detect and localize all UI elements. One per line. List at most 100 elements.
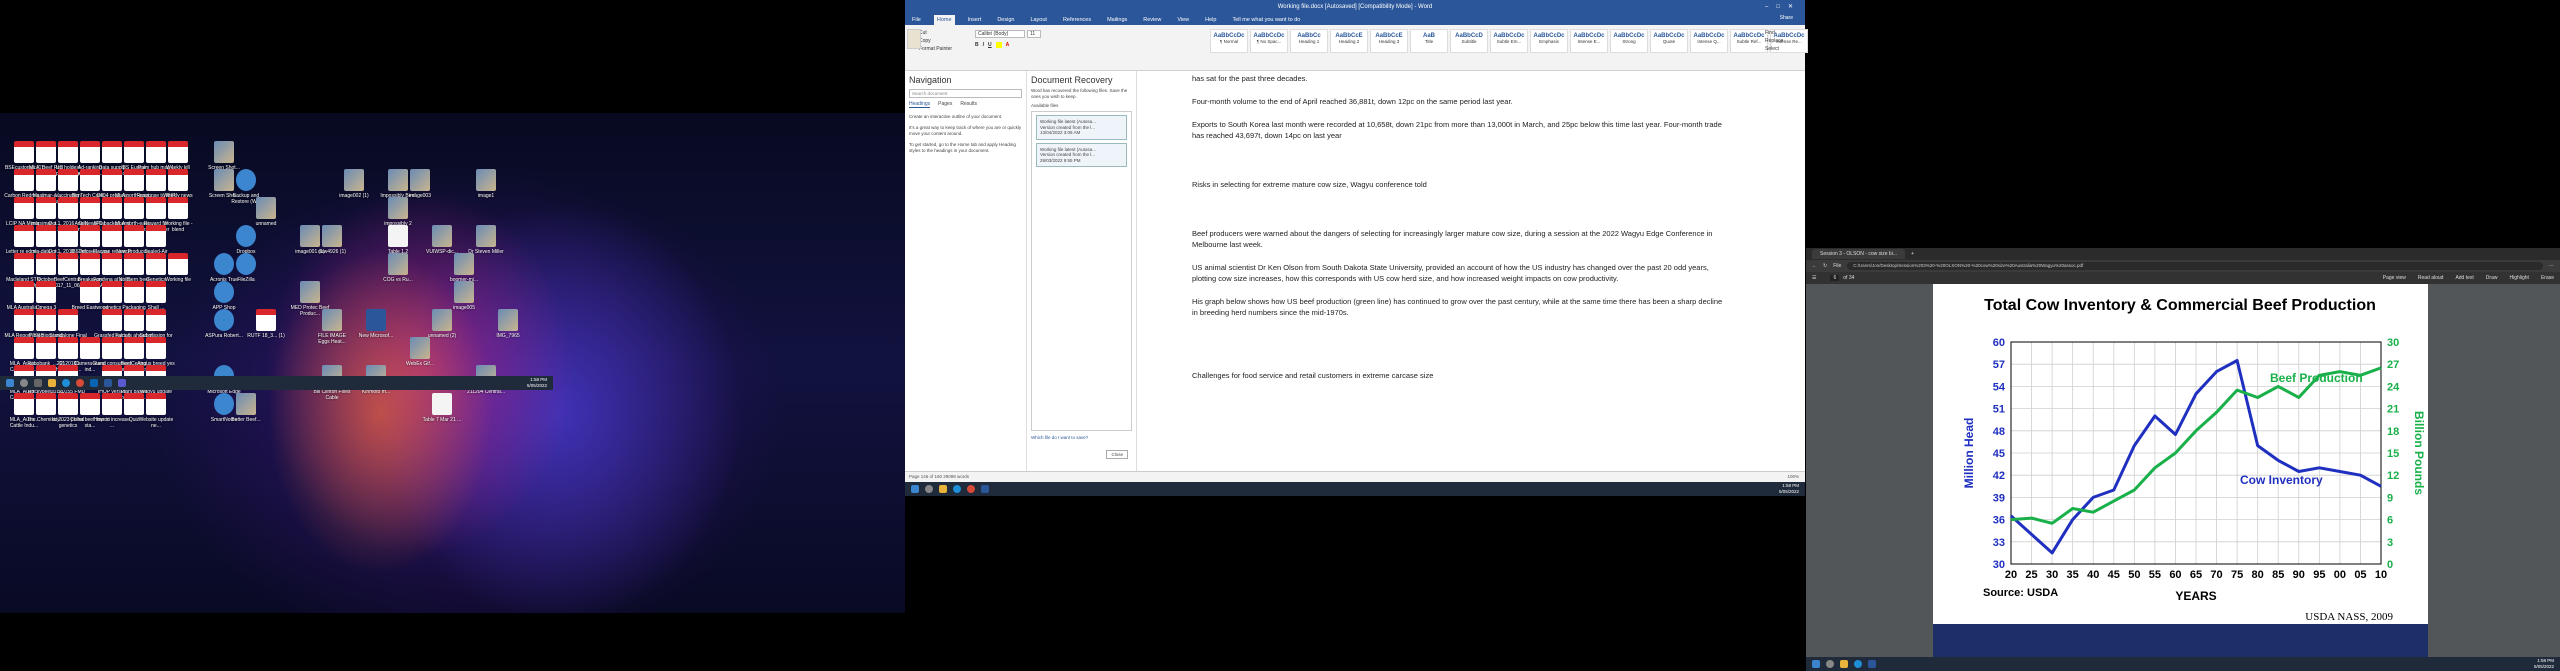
cut-button[interactable]: Cut [919, 29, 952, 37]
desktop-icon[interactable]: Better Beef... [226, 393, 266, 429]
recovered-file[interactable]: Working file latest (Autosa... Version cr… [1036, 142, 1127, 167]
font-name-select[interactable]: Calibri (Body) [975, 30, 1025, 38]
style-gallery-item[interactable]: AaBbCcDc Subtle Em... [1490, 29, 1528, 53]
desktop-icon[interactable]: IMG_7965 [488, 309, 528, 345]
teams-icon[interactable] [118, 379, 126, 387]
search-icon[interactable] [1826, 660, 1834, 668]
style-gallery-item[interactable]: AaBbCcDc Strong [1610, 29, 1648, 53]
desktop-icon[interactable]: New Microsof... [356, 309, 396, 345]
ribbon-tab[interactable]: View [1174, 15, 1192, 25]
ribbon-tab[interactable]: File [909, 15, 924, 25]
zoom-level[interactable]: 100% [1787, 474, 1799, 479]
style-gallery-item[interactable]: AaBbCcDc ¶ Normal [1210, 29, 1248, 53]
task-view-icon[interactable] [34, 379, 42, 387]
start-icon[interactable] [6, 379, 14, 387]
ribbon-tab[interactable]: Mailings [1104, 15, 1130, 25]
chrome-icon[interactable] [967, 485, 975, 493]
page-number-input[interactable]: 6 [1830, 275, 1840, 281]
style-gallery-item[interactable]: AaBbCcE Heading 2 [1330, 29, 1368, 53]
style-gallery-item[interactable]: AaBbCcE Heading 3 [1370, 29, 1408, 53]
word-icon[interactable] [981, 485, 989, 493]
start-icon[interactable] [911, 485, 919, 493]
ribbon-tab[interactable]: Home [933, 15, 955, 25]
style-gallery-item[interactable]: AaB Title [1410, 29, 1448, 53]
settings-menu-icon[interactable]: ⋯ [2549, 263, 2554, 269]
desktop-icon[interactable]: image002 (1) [334, 169, 374, 205]
desktop-icon[interactable]: COG vs Ru... [378, 253, 418, 289]
pdf-tool-button[interactable]: Highlight [2509, 275, 2528, 281]
style-gallery-item[interactable]: AaBbCcDc Quote [1650, 29, 1688, 53]
italic-button[interactable]: I [983, 42, 984, 48]
word-icon[interactable] [104, 379, 112, 387]
search-icon[interactable] [925, 485, 933, 493]
copy-button[interactable]: Copy [919, 37, 952, 45]
style-gallery-item[interactable]: AaBbCcD Subtitle [1450, 29, 1488, 53]
style-gallery-item[interactable]: AaBbCcDc Intense E... [1570, 29, 1608, 53]
chrome-icon[interactable] [76, 379, 84, 387]
recovery-close-button[interactable]: Close [1106, 450, 1128, 459]
desktop-icon[interactable]: image1 [466, 169, 506, 205]
outlook-icon[interactable] [90, 379, 98, 387]
navigation-tab[interactable]: Pages [938, 101, 952, 108]
replace-button[interactable]: Replace [1765, 37, 1783, 45]
ribbon-tab[interactable]: Tell me what you want to do [1229, 15, 1303, 25]
desktop-icon[interactable]: ASPura Robert... [204, 309, 244, 345]
window-controls[interactable]: –□✕ [1765, 3, 1801, 10]
file-explorer-icon[interactable] [1840, 660, 1848, 668]
recovered-file[interactable]: Working file latest (Autosa... Version cr… [1036, 115, 1127, 140]
back-icon[interactable]: ← [1812, 263, 1817, 269]
search-icon[interactable] [20, 379, 28, 387]
select-button[interactable]: Select [1765, 45, 1783, 53]
file-explorer-icon[interactable] [939, 485, 947, 493]
doc-heading: Challenges for food service and retail c… [1192, 371, 1434, 380]
contents-icon[interactable]: ☰ [1812, 275, 1816, 281]
find-button[interactable]: Find [1765, 29, 1783, 37]
pdf-tool-button[interactable]: Add text [2455, 275, 2473, 281]
edge-tab[interactable]: Session 3 - OLSON - cow size bi... [1812, 249, 1905, 259]
url-input[interactable]: C:/Users/Jon/Desktop/Session%203%20-%20O… [1847, 262, 2543, 270]
navigation-tab[interactable]: Results [960, 101, 977, 108]
pdf-file-icon [36, 281, 56, 303]
document-page[interactable]: has sat for the past three decades. Four… [1137, 71, 1805, 471]
desktop-icon[interactable]: RUTF 18_3... (1) [246, 309, 286, 345]
underline-button[interactable]: U [988, 42, 992, 48]
desktop-icon[interactable]: WebEx Gif... [400, 337, 440, 373]
pdf-tool-button[interactable]: Page view [2383, 275, 2406, 281]
style-gallery-item[interactable]: AaBbCcDc Subtle Ref... [1730, 29, 1768, 53]
navigation-search-input[interactable]: Search document [909, 89, 1022, 98]
ribbon-tab[interactable]: Design [994, 15, 1017, 25]
word-icon[interactable] [1868, 660, 1876, 668]
desktop-icon[interactable]: daw4926 (1) [312, 225, 352, 261]
refresh-icon[interactable]: ↻ [1823, 263, 1827, 269]
desktop-icon[interactable]: FILE IMAGE Eggs Heat... [312, 309, 352, 345]
edge-icon[interactable] [62, 379, 70, 387]
ribbon-tab[interactable]: Layout [1027, 15, 1050, 25]
format-painter-button[interactable]: Format Painter [919, 45, 952, 53]
style-gallery-item[interactable]: AaBbCc Heading 1 [1290, 29, 1328, 53]
pdf-tool-button[interactable]: Read aloud [2418, 275, 2444, 281]
ribbon-tab[interactable]: References [1060, 15, 1094, 25]
style-gallery-item[interactable]: AaBbCcDc ¶ No Spac... [1250, 29, 1288, 53]
edge-icon[interactable] [1854, 660, 1862, 668]
highlight-icon[interactable] [995, 42, 1002, 48]
ribbon-tab[interactable]: Review [1140, 15, 1164, 25]
paste-button[interactable] [907, 29, 921, 49]
font-color-icon[interactable]: A [1006, 42, 1010, 48]
file-explorer-icon[interactable] [48, 379, 56, 387]
share-button[interactable]: Share [1780, 15, 1793, 21]
navigation-tab[interactable]: Headings [909, 101, 931, 108]
desktop-icon[interactable]: Table 7 Mar 21 ... [422, 393, 462, 429]
style-gallery-item[interactable]: AaBbCcDc Emphasis [1530, 29, 1568, 53]
pdf-tool-button[interactable]: Draw [2486, 275, 2498, 281]
style-gallery-item[interactable]: AaBbCcDc Intense Q... [1690, 29, 1728, 53]
pdf-tool-button[interactable]: Erase [2541, 275, 2554, 281]
bold-button[interactable]: B [975, 42, 979, 48]
new-tab-icon[interactable]: + [1911, 251, 1914, 257]
font-size-select[interactable]: 11 [1027, 30, 1041, 38]
desktop-icon[interactable]: Website update ne... [136, 393, 176, 429]
ribbon-tab[interactable]: Insert [965, 15, 985, 25]
edge-icon[interactable] [953, 485, 961, 493]
recovery-help-link[interactable]: Which file do I want to save? [1031, 435, 1132, 440]
start-icon[interactable] [1812, 660, 1820, 668]
ribbon-tab[interactable]: Help [1202, 15, 1219, 25]
